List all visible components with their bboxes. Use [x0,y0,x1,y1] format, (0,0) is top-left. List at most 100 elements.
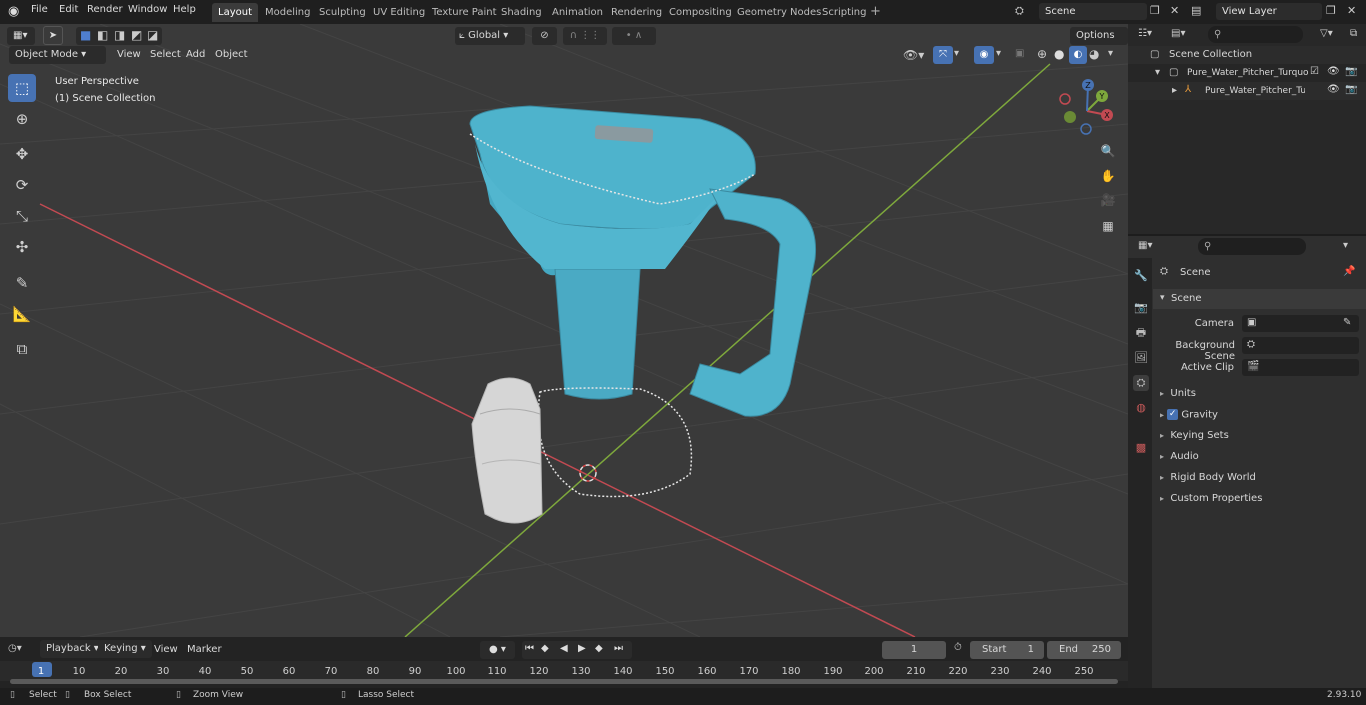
panel-keying-sets[interactable]: ▸ Keying Sets [1160,430,1229,441]
visibility-eye-icon[interactable]: 👁 [1327,66,1340,77]
keying-menu[interactable]: Keying ▾ [98,640,152,658]
visibility-icon[interactable]: 👁▾ [903,48,924,62]
menu-render[interactable]: Render [87,4,123,15]
expand-arrow-right-icon[interactable]: ▸ [1172,85,1177,96]
select-subtract-icon[interactable]: ◨ [114,28,125,42]
transform-tool[interactable]: ✣ [8,233,36,261]
display-mode-icon[interactable]: ▤▾ [1171,28,1185,39]
object-mode-dropdown[interactable]: Object Mode ▾ [9,46,106,64]
view-layer-field[interactable]: View Layer [1216,3,1322,20]
panel-audio[interactable]: ▸ Audio [1160,451,1199,462]
tab-modeling[interactable]: Modeling [259,3,317,22]
tab-shading[interactable]: Shading [495,3,548,22]
tab-compositing[interactable]: Compositing [663,3,738,22]
tab-texture-paint[interactable]: Texture Paint [426,3,503,22]
eyedropper-icon[interactable]: ✎ [1343,317,1351,328]
header-menu-select[interactable]: Select [150,49,181,60]
scene-tab-icon[interactable]: ⛭ [1133,375,1149,391]
play-reverse-icon[interactable]: ◀ [560,643,568,654]
record-button[interactable]: ● ▾ [480,641,515,659]
select-intersect-icon[interactable]: ◪ [147,28,158,42]
options-dropdown[interactable]: Options ▾ [1070,27,1128,59]
select-box-tool[interactable]: ⬚ [8,74,36,102]
playback-menu[interactable]: Playback ▾ [40,640,105,658]
texture-tab-icon[interactable]: ▩ [1133,440,1149,456]
active-clip-field[interactable]: 🎬 [1242,359,1359,376]
add-cube-tool[interactable]: ⧉ [8,335,36,363]
proportional-edit-icon[interactable]: • ∧ [612,27,656,45]
blender-logo-icon[interactable]: ◉ [8,4,19,19]
zoom-icon[interactable]: 🔍 [1097,140,1119,162]
tab-rendering[interactable]: Rendering [605,3,668,22]
object-visibility-eye-icon[interactable]: 👁 [1327,84,1340,95]
end-frame-field[interactable]: End 250 [1047,641,1121,659]
outliner-row-scene-collection[interactable]: ▢ Scene Collection [1128,46,1366,64]
expand-arrow-icon[interactable]: ▾ [1155,67,1160,78]
editor-type-icon[interactable]: ▦▾ [7,27,35,45]
tab-scripting[interactable]: Scripting [816,3,872,22]
outliner-search-field[interactable]: ⚲ [1208,26,1303,43]
pan-hand-icon[interactable]: ✋ [1097,165,1119,187]
menu-edit[interactable]: Edit [59,4,78,15]
scene-name-field[interactable]: Scene [1039,3,1147,20]
select-cursor-icon[interactable]: ➤ [43,26,63,45]
scale-tool[interactable]: ⤡ [8,202,36,230]
new-collection-icon[interactable]: ⧉ [1350,28,1357,39]
tab-layout[interactable]: Layout [212,3,258,22]
pin-icon[interactable]: 📌 [1343,266,1355,277]
timeline-scrollbar[interactable] [10,679,1118,684]
toggle-perspective-icon[interactable]: ▦ [1097,215,1119,237]
properties-editor-icon[interactable]: ▦▾ [1138,240,1152,251]
stopwatch-icon[interactable]: ⏱ [954,642,962,653]
view-layer-tab-icon[interactable]: 🖼 [1133,350,1149,366]
rotate-tool[interactable]: ⟳ [8,171,36,199]
overlay-dropdown-icon[interactable]: ▾ [996,48,1001,59]
new-view-layer-icon[interactable]: ❐ [1326,4,1336,17]
new-scene-icon[interactable]: ❐ [1150,4,1160,17]
pivot-point-icon[interactable]: ⊘ [532,27,557,45]
gravity-checkbox[interactable]: ✓ [1167,409,1179,420]
exclude-checkbox-icon[interactable]: ☑ [1310,66,1319,77]
menu-help[interactable]: Help [173,4,196,15]
panel-rigid-body-world[interactable]: ▸ Rigid Body World [1160,472,1256,483]
shading-dropdown-icon[interactable]: ▾ [1108,48,1113,59]
transform-orientation-dropdown[interactable]: ⟀ Global ▾ [455,27,525,45]
annotate-tool[interactable]: ✎ [8,269,36,297]
tab-animation[interactable]: Animation [546,3,609,22]
prev-keyframe-icon[interactable]: ◆ [541,643,549,654]
camera-view-icon[interactable]: 🎥 [1097,189,1119,211]
measure-tool[interactable]: 📐 [8,300,36,328]
xray-icon[interactable]: ▣ [1015,48,1024,59]
gizmo-toggle-icon[interactable]: ⤧ [933,46,953,64]
overlay-toggle-icon[interactable]: ◉ [974,46,994,64]
header-menu-object[interactable]: Object [215,49,248,60]
add-workspace-icon[interactable]: + [870,4,881,19]
jump-end-icon[interactable]: ⏭ [614,643,623,654]
camera-field[interactable]: ▣ ✎ [1242,315,1359,332]
navigation-gizmo[interactable]: Y X Z [1052,76,1122,146]
outliner-row-collection[interactable]: ▾ ▢ Pure_Water_Pitcher_Turquoise ☑ 👁 📷 [1128,64,1366,82]
rendered-shading-icon[interactable]: ◕ [1089,47,1099,61]
tab-sculpting[interactable]: Sculpting [313,3,372,22]
select-new-icon[interactable]: ■ [80,28,91,42]
properties-search-field[interactable]: ⚲ [1198,238,1306,255]
object-render-camera-icon[interactable]: 📷 [1345,84,1357,95]
timeline-marker-menu[interactable]: Marker [187,644,222,655]
solid-shading-icon[interactable]: ● [1054,47,1064,61]
select-invert-icon[interactable]: ◩ [131,28,142,42]
wireframe-shading-icon[interactable]: ⊕ [1037,47,1047,61]
next-keyframe-icon[interactable]: ◆ [595,643,603,654]
3d-viewport[interactable]: ▦▾ ➤ ■ ◧ ◨ ◩ ◪ ⟀ Global ▾ ⊘ ∩ ⋮⋮ • ∧ Opt… [0,24,1128,637]
outliner-editor-icon[interactable]: ☷▾ [1138,28,1152,39]
start-frame-field[interactable]: Start 1 [970,641,1044,659]
background-scene-field[interactable]: ⛭ [1242,337,1359,354]
render-camera-icon[interactable]: 📷 [1345,66,1357,77]
select-extend-icon[interactable]: ◧ [97,28,108,42]
header-menu-view[interactable]: View [117,49,141,60]
menu-file[interactable]: File [31,4,48,15]
timeline-editor-icon[interactable]: ◷▾ [8,643,22,654]
tab-uv-editing[interactable]: UV Editing [367,3,431,22]
current-frame-field[interactable]: 1 [882,641,946,659]
menu-window[interactable]: Window [128,4,167,15]
move-tool[interactable]: ✥ [8,140,36,168]
